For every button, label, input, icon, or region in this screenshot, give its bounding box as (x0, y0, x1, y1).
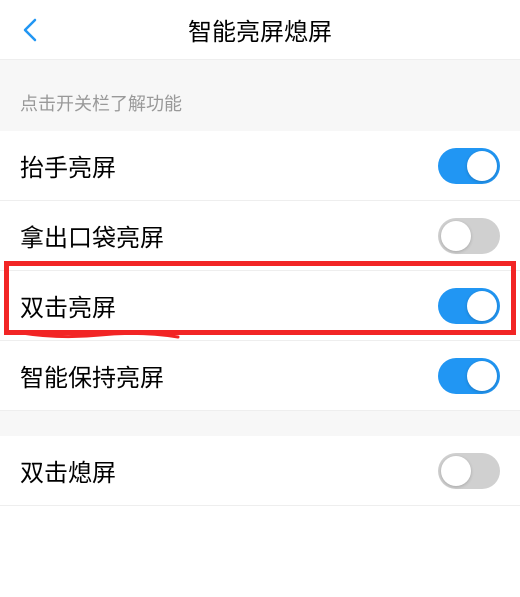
row-label: 拿出口袋亮屏 (20, 218, 438, 253)
toggle-knob (467, 151, 497, 181)
section-hint: 点击开关栏了解功能 (0, 60, 520, 131)
row-label: 双击熄屏 (20, 453, 438, 488)
chevron-left-icon (23, 18, 37, 42)
toggle-raise-to-wake[interactable] (438, 148, 500, 184)
row-raise-to-wake[interactable]: 抬手亮屏 (0, 131, 520, 201)
toggle-double-tap-wake[interactable] (438, 288, 500, 324)
back-button[interactable] (15, 15, 45, 45)
row-pocket-wake[interactable]: 拿出口袋亮屏 (0, 201, 520, 271)
toggle-smart-stay[interactable] (438, 358, 500, 394)
header-bar: 智能亮屏熄屏 (0, 0, 520, 60)
section-gap (0, 411, 520, 436)
page-title: 智能亮屏熄屏 (0, 12, 520, 47)
toggle-pocket-wake[interactable] (438, 218, 500, 254)
row-double-tap-wake[interactable]: 双击亮屏 (0, 271, 520, 341)
row-double-tap-sleep[interactable]: 双击熄屏 (0, 436, 520, 506)
row-label: 抬手亮屏 (20, 148, 438, 183)
toggle-knob (441, 456, 471, 486)
toggle-knob (467, 291, 497, 321)
settings-screen: 智能亮屏熄屏 点击开关栏了解功能 抬手亮屏 拿出口袋亮屏 双击亮屏 智能保持亮屏… (0, 0, 520, 597)
row-smart-stay[interactable]: 智能保持亮屏 (0, 341, 520, 411)
row-label: 双击亮屏 (20, 288, 438, 323)
row-label: 智能保持亮屏 (20, 358, 438, 393)
toggle-knob (441, 221, 471, 251)
toggle-knob (467, 361, 497, 391)
toggle-double-tap-sleep[interactable] (438, 453, 500, 489)
